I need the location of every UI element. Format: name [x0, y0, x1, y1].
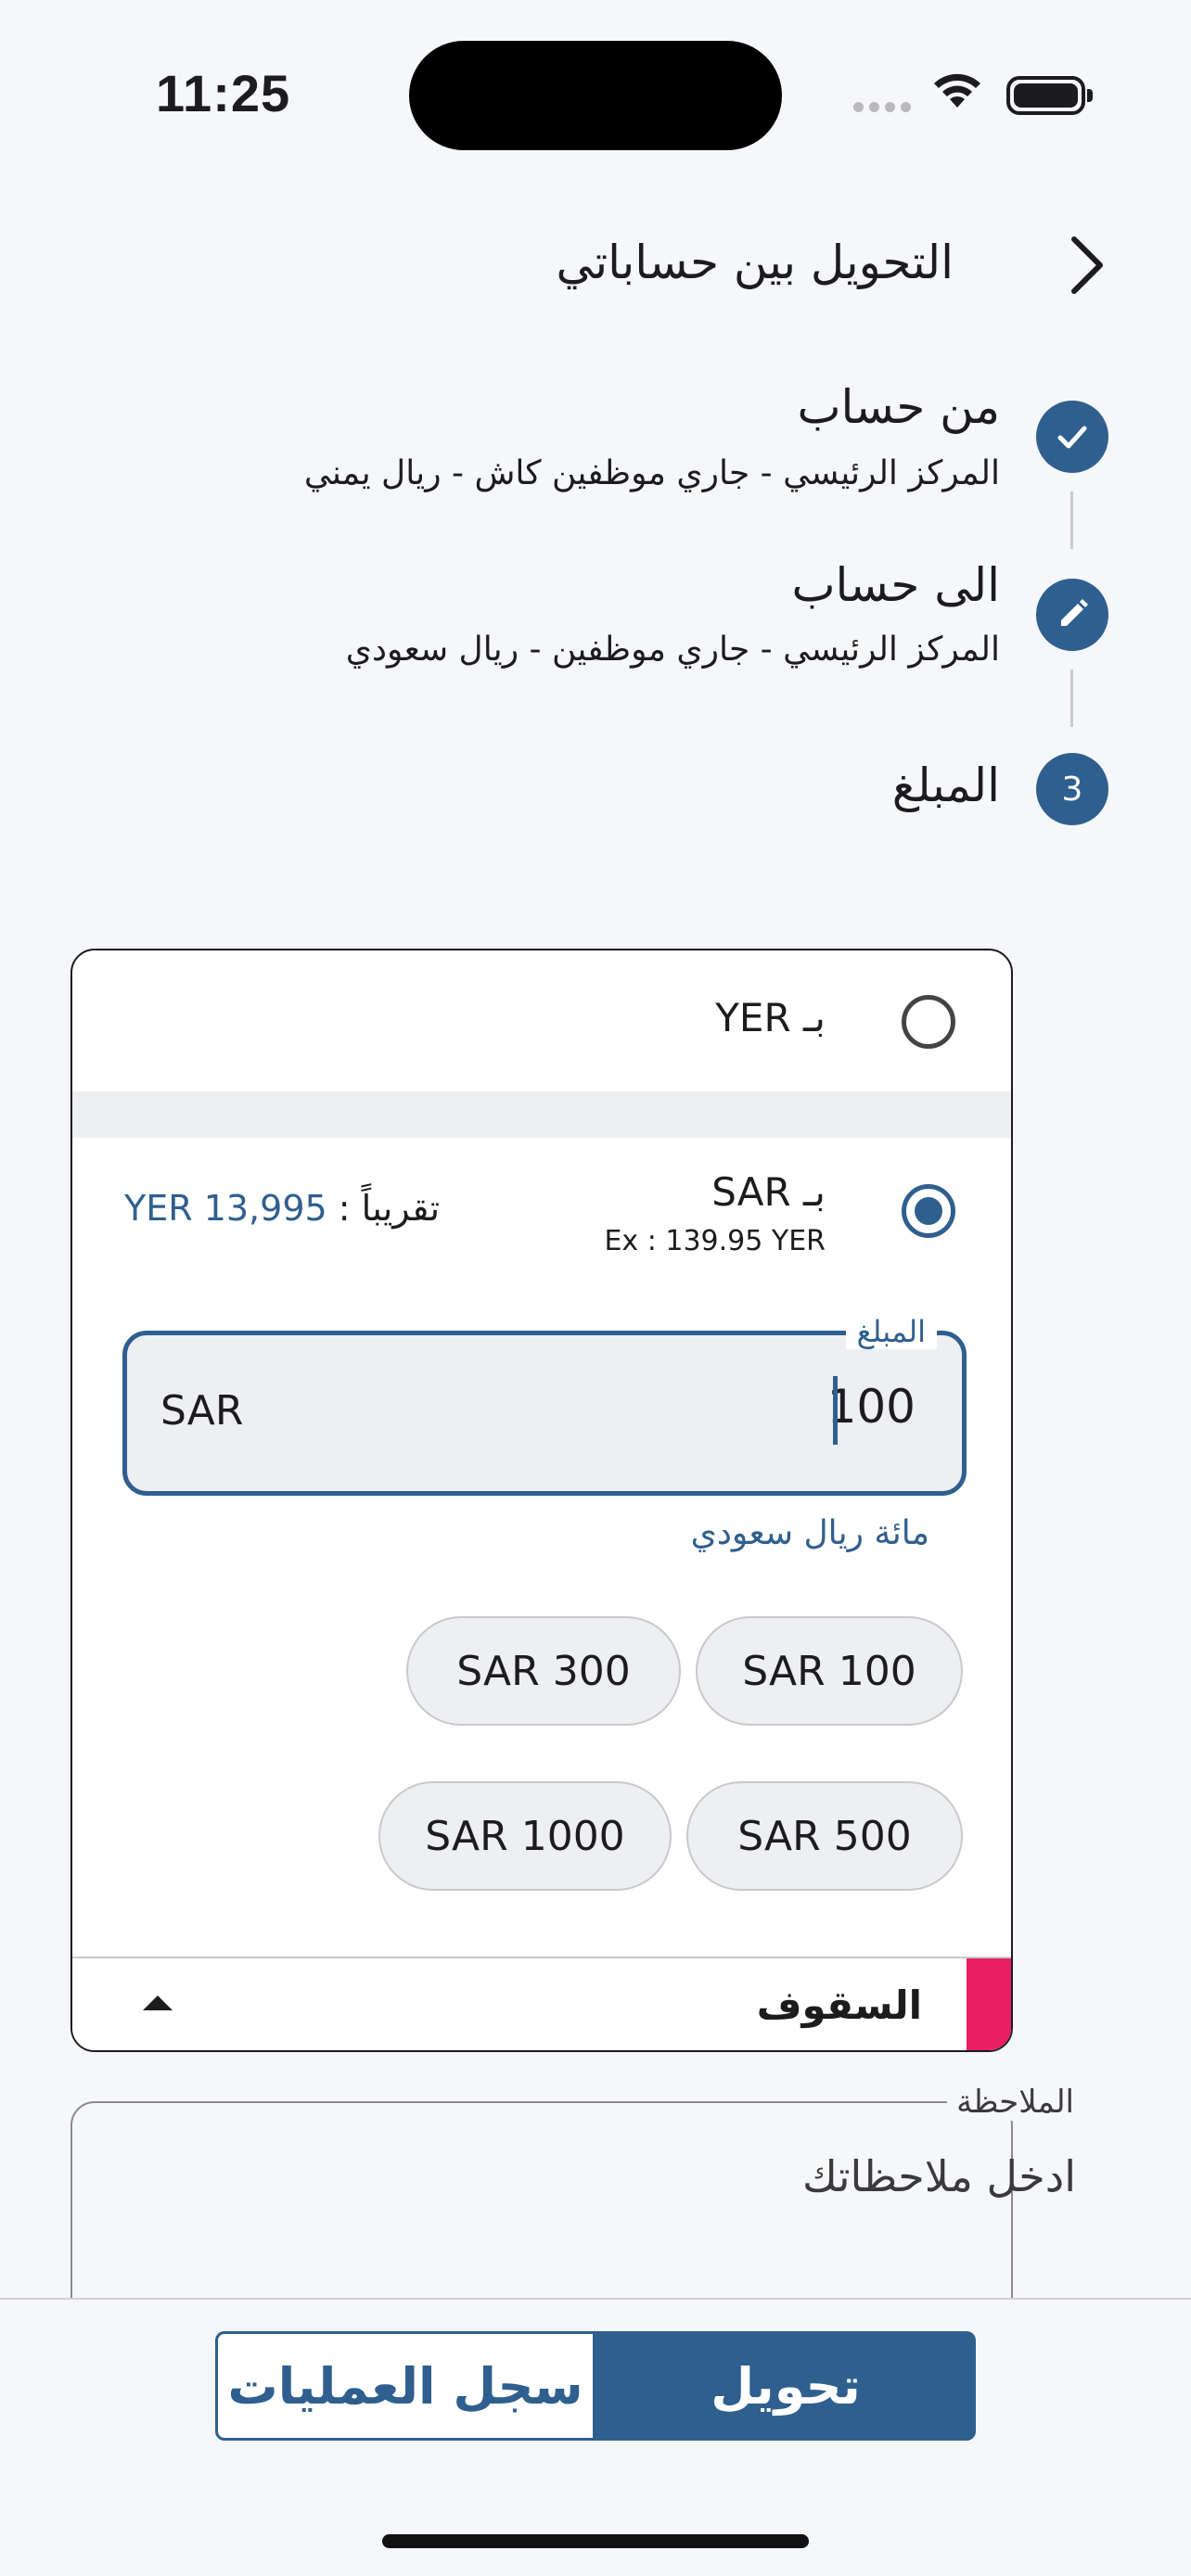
transfer-button[interactable]: تحويل	[596, 2331, 976, 2441]
wifi-icon	[934, 73, 980, 108]
limits-accent-bar	[967, 1958, 1011, 2050]
dynamic-island	[409, 41, 782, 150]
step-1-check-icon	[1036, 401, 1108, 473]
home-indicator[interactable]	[382, 2534, 809, 2548]
text-cursor	[833, 1376, 838, 1445]
status-time: 11:25	[156, 64, 291, 122]
quick-amount-chip[interactable]: SAR 1000	[378, 1781, 672, 1891]
step-3-number: 3	[1036, 753, 1108, 825]
quick-amount-chip[interactable]: SAR 300	[406, 1616, 681, 1726]
amount-input[interactable]: 100 SAR	[122, 1331, 967, 1496]
battery-icon	[1006, 76, 1093, 115]
page-title: التحويل بين حساباتي	[556, 236, 954, 289]
amount-value[interactable]: 100	[827, 1380, 916, 1434]
limits-label: السقوف	[756, 1983, 922, 2028]
exchange-rate: Ex : 139.95 YER	[604, 1225, 826, 1257]
step-2-subtitle: المركز الرئيسي - جاري موظفين - ريال سعود…	[345, 631, 1000, 669]
quick-amount-chip[interactable]: SAR 100	[696, 1616, 963, 1726]
amount-field-label: المبلغ	[845, 1314, 937, 1349]
notes-label: الملاحظة	[947, 2084, 1083, 2121]
option-sar-label: بـ SAR	[711, 1169, 826, 1215]
step-connector	[1070, 670, 1073, 727]
approx-value: YER 13,995	[124, 1188, 327, 1229]
approx-amount: YER 13,995 تقريباً :	[124, 1188, 440, 1229]
option-separator	[72, 1091, 1011, 1138]
step-1-title: من حساب	[797, 380, 1000, 434]
step-2-pencil-icon	[1036, 579, 1108, 651]
radio-sar[interactable]	[902, 1184, 955, 1238]
amount-card: بـ YER بـ SAR Ex : 139.95 YER YER 13,995…	[70, 949, 1013, 2052]
limits-toggle[interactable]: السقوف	[72, 1957, 1011, 2050]
caret-up-icon[interactable]	[143, 1996, 173, 2010]
notes-placeholder[interactable]: ادخل ملاحظاتك	[802, 2151, 1076, 2201]
approx-label: تقريباً :	[338, 1188, 441, 1229]
quick-amount-chip[interactable]: SAR 500	[686, 1781, 963, 1891]
amount-in-words: مائة ريال سعودي	[690, 1514, 929, 1552]
option-yer-label: بـ YER	[715, 995, 826, 1040]
step-2-title: الى حساب	[791, 558, 1000, 612]
radio-yer[interactable]	[902, 995, 955, 1049]
step-connector	[1070, 491, 1073, 549]
chevron-right-icon[interactable]	[1065, 232, 1109, 299]
cellular-signal-icon	[853, 102, 911, 112]
amount-unit: SAR	[160, 1387, 244, 1435]
history-button[interactable]: سجل العمليات	[215, 2331, 596, 2441]
step-1-subtitle: المركز الرئيسي - جاري موظفين كاش - ريال …	[303, 454, 1000, 492]
step-3-title: المبلغ	[891, 759, 1000, 812]
